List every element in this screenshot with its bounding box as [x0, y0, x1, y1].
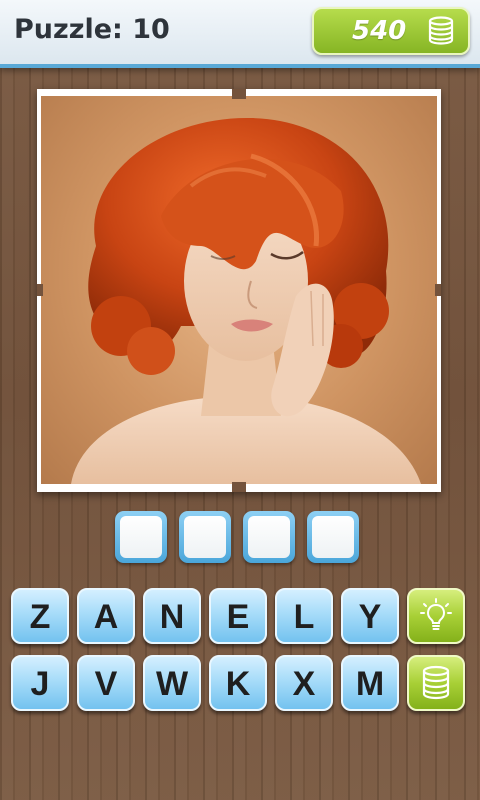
letter-tile[interactable]: W	[143, 655, 201, 711]
letter-tile[interactable]: L	[275, 588, 333, 644]
lightbulb-icon	[420, 598, 452, 630]
coin-stack-icon	[428, 16, 454, 45]
coin-balance-button[interactable]: 540	[312, 7, 470, 55]
frame-divider-bottom	[232, 482, 246, 492]
hint-button[interactable]	[407, 588, 465, 644]
letter-tile[interactable]: V	[77, 655, 135, 711]
buy-coins-button[interactable]	[407, 655, 465, 711]
answer-slot[interactable]	[307, 511, 359, 563]
letter-tile[interactable]: Y	[341, 588, 399, 644]
coin-stack-icon	[422, 665, 450, 700]
answer-slot[interactable]	[179, 511, 231, 563]
letter-tile[interactable]: K	[209, 655, 267, 711]
puzzle-photo	[41, 96, 437, 484]
letter-tile[interactable]: J	[11, 655, 69, 711]
letter-tile[interactable]: N	[143, 588, 201, 644]
letter-tile[interactable]: E	[209, 588, 267, 644]
frame-divider-left	[37, 284, 43, 296]
answer-slot[interactable]	[115, 511, 167, 563]
woman-portrait-illustration	[71, 117, 421, 484]
frame-divider-top	[232, 89, 246, 99]
frame-divider-right	[435, 284, 441, 296]
letter-tile[interactable]: A	[77, 588, 135, 644]
letter-tile[interactable]: Z	[11, 588, 69, 644]
letter-tile[interactable]: M	[341, 655, 399, 711]
puzzle-image-frame	[37, 89, 441, 492]
letter-tile[interactable]: X	[275, 655, 333, 711]
answer-slot[interactable]	[243, 511, 295, 563]
coin-count: 540	[352, 16, 407, 46]
puzzle-title: Puzzle: 10	[14, 14, 170, 45]
top-bar: Puzzle: 10 540	[0, 0, 480, 68]
